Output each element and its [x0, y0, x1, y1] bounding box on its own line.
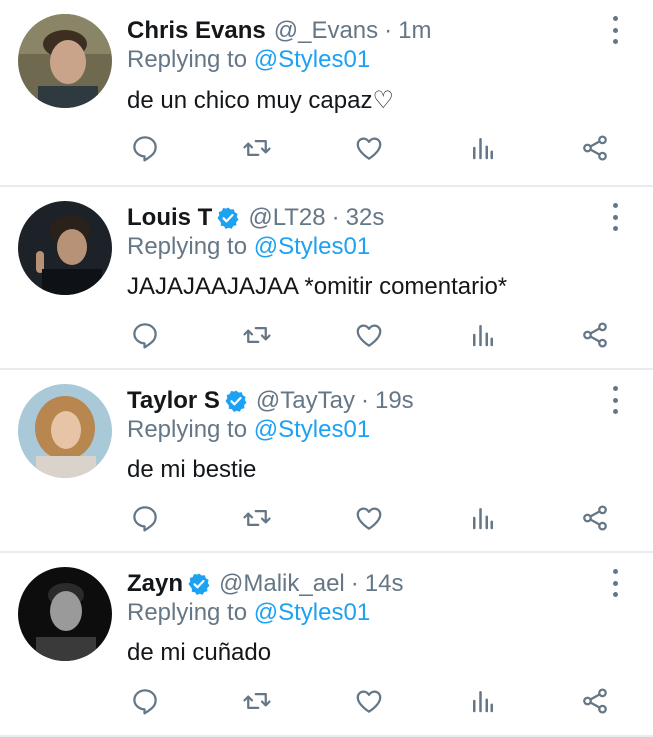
- share-icon: [580, 133, 610, 163]
- tweet-actions: [125, 315, 615, 355]
- heart-icon: [354, 320, 384, 350]
- reply-button[interactable]: [125, 128, 165, 168]
- tweet-text: JAJAJAAJAJAA *omitir comentario*: [127, 273, 508, 300]
- reply-icon: [130, 320, 160, 350]
- analytics-icon: [468, 320, 498, 350]
- tweet-item[interactable]: Louis T @LT28 · 32s Replying to @Styles0…: [0, 187, 653, 370]
- like-button[interactable]: [349, 315, 389, 355]
- timestamp[interactable]: 32s: [346, 204, 385, 232]
- heart-icon: [354, 686, 384, 716]
- more-vertical-icon[interactable]: [603, 569, 627, 597]
- more-vertical-icon[interactable]: [603, 386, 627, 414]
- user-handle[interactable]: @_Evans: [274, 17, 378, 45]
- tweet-actions: [125, 498, 615, 538]
- more-vertical-icon[interactable]: [603, 203, 627, 231]
- retweet-button[interactable]: [237, 498, 277, 538]
- reply-icon: [130, 686, 160, 716]
- avatar[interactable]: [18, 384, 112, 478]
- analytics-button[interactable]: [463, 681, 503, 721]
- replying-to: Replying to @Styles01: [127, 46, 370, 74]
- replying-to-label: Replying to: [127, 599, 248, 626]
- user-handle[interactable]: @Malik_ael: [219, 570, 345, 598]
- mention-link[interactable]: @Styles01: [254, 599, 370, 626]
- user-handle[interactable]: @TayTay: [256, 387, 355, 415]
- retweet-icon: [242, 503, 272, 533]
- avatar[interactable]: [18, 14, 112, 108]
- retweet-icon: [242, 320, 272, 350]
- replying-to-label: Replying to: [127, 416, 248, 443]
- analytics-icon: [468, 686, 498, 716]
- tweet-header: Taylor S @TayTay · 19s: [127, 384, 414, 418]
- retweet-button[interactable]: [237, 315, 277, 355]
- reply-feed: Chris Evans @_Evans · 1m Replying to @St…: [0, 0, 653, 737]
- timestamp[interactable]: 1m: [398, 17, 431, 45]
- mention-link[interactable]: @Styles01: [254, 416, 370, 443]
- avatar[interactable]: [18, 567, 112, 661]
- tweet-actions: [125, 128, 615, 168]
- verified-badge-icon: [224, 389, 248, 413]
- analytics-icon: [468, 503, 498, 533]
- tweet-header: Zayn @Malik_ael · 14s: [127, 567, 403, 601]
- user-handle[interactable]: @LT28: [248, 204, 325, 232]
- heart-icon: [354, 503, 384, 533]
- reply-button[interactable]: [125, 498, 165, 538]
- tweet-text: de mi cuñado: [127, 639, 272, 666]
- retweet-icon: [242, 133, 272, 163]
- tweet-text: de un chico muy capaz♡: [127, 87, 394, 114]
- tweet-item[interactable]: Taylor S @TayTay · 19s Replying to @Styl…: [0, 370, 653, 553]
- replying-to: Replying to @Styles01: [127, 416, 370, 444]
- display-name[interactable]: Taylor S: [127, 387, 220, 415]
- tweet-actions: [125, 681, 615, 721]
- share-button[interactable]: [575, 128, 615, 168]
- mention-link[interactable]: @Styles01: [254, 46, 370, 73]
- analytics-button[interactable]: [463, 498, 503, 538]
- verified-badge-icon: [187, 572, 211, 596]
- separator-dot: ·: [360, 387, 369, 414]
- heart-icon: [354, 133, 384, 163]
- reply-button[interactable]: [125, 315, 165, 355]
- display-name[interactable]: Louis T: [127, 204, 212, 232]
- share-icon: [580, 320, 610, 350]
- reply-icon: [130, 503, 160, 533]
- timestamp[interactable]: 19s: [375, 387, 414, 415]
- analytics-button[interactable]: [463, 315, 503, 355]
- replying-to-label: Replying to: [127, 233, 248, 260]
- share-button[interactable]: [575, 681, 615, 721]
- separator-dot: ·: [331, 204, 340, 231]
- separator-dot: ·: [384, 17, 393, 44]
- analytics-icon: [468, 133, 498, 163]
- more-vertical-icon[interactable]: [603, 16, 627, 44]
- replying-to: Replying to @Styles01: [127, 599, 370, 627]
- reply-button[interactable]: [125, 681, 165, 721]
- tweet-header: Chris Evans @_Evans · 1m: [127, 14, 432, 48]
- separator-dot: ·: [350, 570, 359, 597]
- retweet-button[interactable]: [237, 681, 277, 721]
- share-icon: [580, 503, 610, 533]
- verified-badge-icon: [216, 206, 240, 230]
- retweet-icon: [242, 686, 272, 716]
- share-button[interactable]: [575, 315, 615, 355]
- analytics-button[interactable]: [463, 128, 503, 168]
- mention-link[interactable]: @Styles01: [254, 233, 370, 260]
- share-button[interactable]: [575, 498, 615, 538]
- tweet-item[interactable]: Chris Evans @_Evans · 1m Replying to @St…: [0, 0, 653, 187]
- like-button[interactable]: [349, 498, 389, 538]
- timestamp[interactable]: 14s: [365, 570, 404, 598]
- tweet-item[interactable]: Zayn @Malik_ael · 14s Replying to @Style…: [0, 553, 653, 737]
- display-name[interactable]: Chris Evans: [127, 17, 266, 45]
- retweet-button[interactable]: [237, 128, 277, 168]
- replying-to: Replying to @Styles01: [127, 233, 370, 261]
- tweet-header: Louis T @LT28 · 32s: [127, 201, 384, 235]
- tweet-text: de mi bestie: [127, 456, 257, 483]
- like-button[interactable]: [349, 128, 389, 168]
- display-name[interactable]: Zayn: [127, 570, 183, 598]
- reply-icon: [130, 133, 160, 163]
- replying-to-label: Replying to: [127, 46, 248, 73]
- like-button[interactable]: [349, 681, 389, 721]
- avatar[interactable]: [18, 201, 112, 295]
- share-icon: [580, 686, 610, 716]
